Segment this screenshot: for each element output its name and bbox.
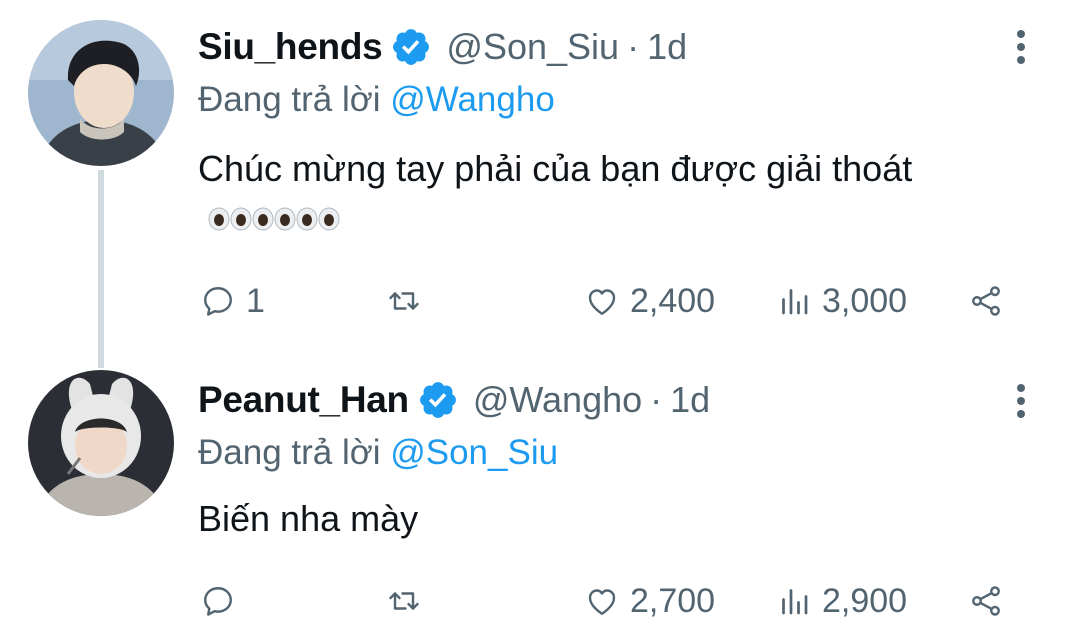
share-button[interactable] xyxy=(968,279,1004,323)
reply-count: 1 xyxy=(246,281,265,320)
views-count: 2,900 xyxy=(822,581,908,620)
retweet-icon xyxy=(389,292,419,310)
replying-to-label: Đang trả lời xyxy=(198,433,381,472)
replying-to-label: Đang trả lời xyxy=(198,80,381,119)
avatar[interactable] xyxy=(28,20,174,166)
like-icon xyxy=(588,589,616,615)
verified-badge-icon xyxy=(419,382,456,418)
tweet-text: Biến nha mày xyxy=(198,495,998,543)
like-count: 2,700 xyxy=(630,581,716,620)
eyes-emoji-icon xyxy=(208,207,252,231)
tweet-text: Chúc mừng tay phải của bạn được giải tho… xyxy=(198,145,998,241)
reply-button[interactable] xyxy=(200,579,246,623)
tweet-header: Siu_hends @Son_Siu · 1d xyxy=(198,24,687,70)
retweet-button[interactable] xyxy=(386,279,432,323)
replying-to: Đang trả lời @Wangho xyxy=(198,80,555,120)
retweet-button[interactable] xyxy=(386,579,432,623)
views-button[interactable]: 2,900 xyxy=(776,579,907,623)
reply-button[interactable]: 1 xyxy=(200,279,265,323)
share-icon xyxy=(972,286,1000,316)
tweet-peanut-han[interactable]: Peanut_Han @Wangho · 1d Đang trả lời @So… xyxy=(0,345,1080,642)
like-count: 2,400 xyxy=(630,281,716,320)
reply-mention-link[interactable]: @Wangho xyxy=(390,80,555,119)
display-name[interactable]: Peanut_Han xyxy=(198,379,409,421)
verified-badge-icon xyxy=(393,29,430,65)
share-icon xyxy=(972,586,1000,616)
tweet-actions: 2,700 2,900 xyxy=(198,579,1028,623)
separator-dot: · xyxy=(650,379,663,420)
views-count: 3,000 xyxy=(822,281,908,320)
replying-to: Đang trả lời @Son_Siu xyxy=(198,433,558,473)
eyes-emoji-group xyxy=(208,207,340,231)
display-name[interactable]: Siu_hends xyxy=(198,26,383,68)
tweet-header: Peanut_Han @Wangho · 1d xyxy=(198,377,710,423)
timestamp[interactable]: 1d xyxy=(670,379,710,421)
tweet-siu-hends[interactable]: Siu_hends @Son_Siu · 1d Đang trả lời @Wa… xyxy=(0,0,1080,345)
more-options-icon[interactable] xyxy=(1008,378,1034,424)
reply-icon xyxy=(204,587,232,616)
tweet-actions: 1 2,400 3,000 xyxy=(198,279,1028,323)
tweet-text-content: Biến nha mày xyxy=(198,498,419,539)
retweet-icon xyxy=(389,592,419,610)
like-button[interactable]: 2,400 xyxy=(584,279,715,323)
share-button[interactable] xyxy=(968,579,1004,623)
handle[interactable]: @Son_Siu xyxy=(446,26,619,68)
avatar[interactable] xyxy=(28,370,174,516)
views-icon xyxy=(782,289,808,315)
reply-icon xyxy=(204,287,232,316)
timestamp[interactable]: 1d xyxy=(647,26,687,68)
views-button[interactable]: 3,000 xyxy=(776,279,907,323)
more-options-icon[interactable] xyxy=(1008,24,1034,70)
views-icon xyxy=(782,589,808,615)
handle[interactable]: @Wangho xyxy=(473,379,642,421)
eyes-emoji-icon xyxy=(252,207,296,231)
reply-mention-link[interactable]: @Son_Siu xyxy=(390,433,558,472)
eyes-emoji-icon xyxy=(296,207,340,231)
tweet-text-content: Chúc mừng tay phải của bạn được giải tho… xyxy=(198,148,913,189)
like-icon xyxy=(588,289,616,315)
separator-dot: · xyxy=(627,26,640,67)
like-button[interactable]: 2,700 xyxy=(584,579,715,623)
